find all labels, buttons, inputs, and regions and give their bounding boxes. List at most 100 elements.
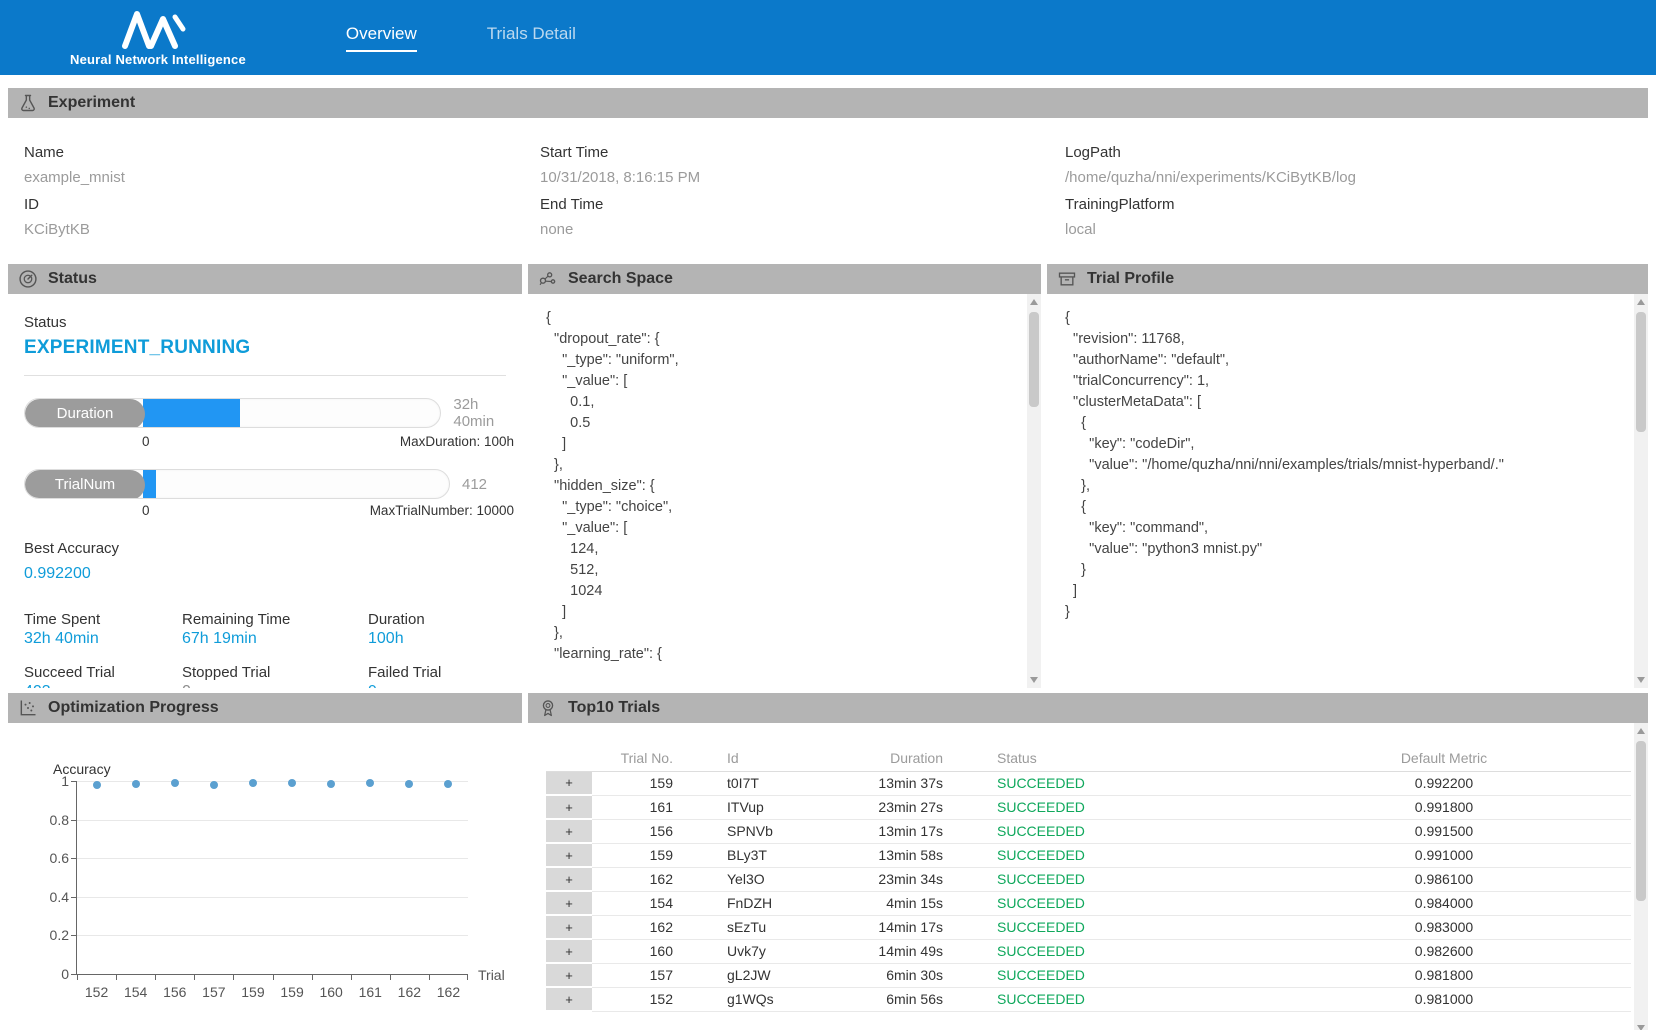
cell-metric: 0.986100 [1257, 867, 1631, 891]
cell-duration: 23min 27s [817, 795, 957, 819]
stat-label: Succeed Trial [24, 664, 182, 681]
search-space-panel: Search Space { "dropout_rate": { "_type"… [528, 264, 1041, 688]
tab-overview[interactable]: Overview [346, 24, 417, 52]
scroll-up-icon[interactable] [1637, 299, 1645, 305]
stat-label: Stopped Trial [182, 664, 368, 681]
cell-id: SPNVb [687, 819, 817, 843]
nav-tabs: Overview Trials Detail [346, 24, 576, 52]
stat-label: Time Spent [24, 611, 182, 628]
field-label: LogPath [1065, 144, 1632, 161]
field-label: ID [24, 196, 540, 213]
table-row[interactable]: +159BLy3T13min 58sSUCCEEDED0.991000 [546, 843, 1631, 867]
table-row[interactable]: +162sEzTu14min 17sSUCCEEDED0.983000 [546, 915, 1631, 939]
scrollbar-thumb[interactable] [1029, 312, 1039, 407]
nni-overview-page: Neural Network Intelligence Overview Tri… [0, 0, 1656, 1030]
scatter-point[interactable] [288, 779, 296, 787]
scrollbar-thumb[interactable] [1636, 741, 1646, 901]
scatter-point[interactable] [405, 780, 413, 788]
duration-bar-label: Duration [25, 399, 145, 428]
scatter-point[interactable] [444, 780, 452, 788]
bar-max: MaxDuration: 100h [400, 434, 514, 449]
duration-progress-fill [143, 399, 240, 427]
gridline [77, 858, 468, 859]
x-axis-tick-mark [77, 974, 78, 980]
cell-trial-no: 161 [592, 795, 687, 819]
expand-column-header [546, 745, 592, 771]
scatter-point[interactable] [249, 779, 257, 787]
cell-trial-no: 159 [592, 843, 687, 867]
stat-value: 67h 19min [182, 630, 368, 648]
scroll-up-icon[interactable] [1030, 299, 1038, 305]
cell-duration: 23min 34s [817, 867, 957, 891]
cell-trial-no: 162 [592, 915, 687, 939]
y-axis-tick-label: 0 [35, 966, 69, 982]
cell-id: ITVup [687, 795, 817, 819]
trial-profile-json: { "revision": 11768, "authorName": "defa… [1047, 294, 1648, 688]
scatter-point[interactable] [171, 779, 179, 787]
x-axis-tick-mark [351, 974, 352, 980]
scatter-point[interactable] [132, 780, 140, 788]
table-row[interactable]: +157gL2JW6min 30sSUCCEEDED0.981800 [546, 963, 1631, 987]
table-row[interactable]: +162Yel3O23min 34sSUCCEEDED0.986100 [546, 867, 1631, 891]
expand-row-button[interactable]: + [546, 795, 592, 819]
expand-row-button[interactable]: + [546, 771, 592, 795]
table-row[interactable]: +152g1WQs6min 56sSUCCEEDED0.981000 [546, 987, 1631, 1011]
expand-row-button[interactable]: + [546, 915, 592, 939]
top10-scrollbar[interactable] [1634, 723, 1648, 1030]
table-row[interactable]: +154FnDZH4min 15sSUCCEEDED0.984000 [546, 891, 1631, 915]
expand-row-button[interactable]: + [546, 939, 592, 963]
scatter-point[interactable] [210, 781, 218, 789]
field-value: 10/31/2018, 8:16:15 PM [540, 169, 1065, 186]
search-space-json: { "dropout_rate": { "_type": "uniform", … [528, 294, 1041, 688]
bar-max: MaxTrialNumber: 10000 [370, 503, 514, 518]
scroll-up-icon[interactable] [1637, 728, 1645, 734]
bar-min: 0 [142, 434, 150, 449]
cell-duration: 13min 17s [817, 819, 957, 843]
expand-row-button[interactable]: + [546, 963, 592, 987]
bar-min: 0 [142, 503, 150, 518]
gridline [77, 820, 468, 821]
expand-row-button[interactable]: + [546, 843, 592, 867]
status-value: EXPERIMENT_RUNNING [24, 337, 522, 359]
cell-trial-no: 160 [592, 939, 687, 963]
status-panel: Status Status EXPERIMENT_RUNNING Duratio… [8, 264, 522, 688]
search-space-scrollbar[interactable] [1027, 294, 1041, 688]
table-row[interactable]: +156SPNVb13min 17sSUCCEEDED0.991500 [546, 819, 1631, 843]
trialnum-bar-label: TrialNum [25, 470, 145, 499]
experiment-section-header: Experiment [8, 88, 1648, 118]
scatter-point[interactable] [366, 779, 374, 787]
x-axis-tick-label: 161 [359, 984, 382, 1000]
cell-id: t0I7T [687, 771, 817, 795]
expand-row-button[interactable]: + [546, 987, 592, 1011]
scatter-point[interactable] [327, 780, 335, 788]
expand-row-button[interactable]: + [546, 891, 592, 915]
field-label: Name [24, 144, 540, 161]
scroll-down-icon[interactable] [1637, 677, 1645, 683]
x-axis-tick-mark [273, 974, 274, 980]
expand-row-button[interactable]: + [546, 819, 592, 843]
expand-row-button[interactable]: + [546, 867, 592, 891]
x-axis-tick-mark [116, 974, 117, 980]
scatter-point[interactable] [93, 781, 101, 789]
scrollbar-thumb[interactable] [1636, 312, 1646, 432]
trial-profile-scrollbar[interactable] [1634, 294, 1648, 688]
scroll-down-icon[interactable] [1637, 1025, 1645, 1030]
trial-profile-title: Trial Profile [1087, 270, 1174, 288]
y-axis-tick-label: 0.2 [35, 927, 69, 943]
network-icon [538, 269, 558, 289]
y-axis-tick-label: 1 [35, 773, 69, 789]
x-axis-tick-label: 162 [437, 984, 460, 1000]
cell-status: SUCCEEDED [957, 939, 1257, 963]
tab-trials-detail[interactable]: Trials Detail [487, 24, 576, 52]
cell-duration: 14min 17s [817, 915, 957, 939]
table-row[interactable]: +159t0I7T13min 37sSUCCEEDED0.992200 [546, 771, 1631, 795]
column-header-id: Id [687, 745, 817, 771]
x-axis-tick-label: 160 [319, 984, 342, 1000]
table-row[interactable]: +161ITVup23min 27sSUCCEEDED0.991800 [546, 795, 1631, 819]
nni-logo[interactable]: Neural Network Intelligence [70, 9, 246, 67]
column-header-status: Status [957, 745, 1257, 771]
divider [24, 375, 506, 376]
status-panel-body: Status EXPERIMENT_RUNNING Duration 32h 4… [8, 294, 522, 688]
scroll-down-icon[interactable] [1030, 677, 1038, 683]
table-row[interactable]: +160Uvk7y14min 49sSUCCEEDED0.982600 [546, 939, 1631, 963]
